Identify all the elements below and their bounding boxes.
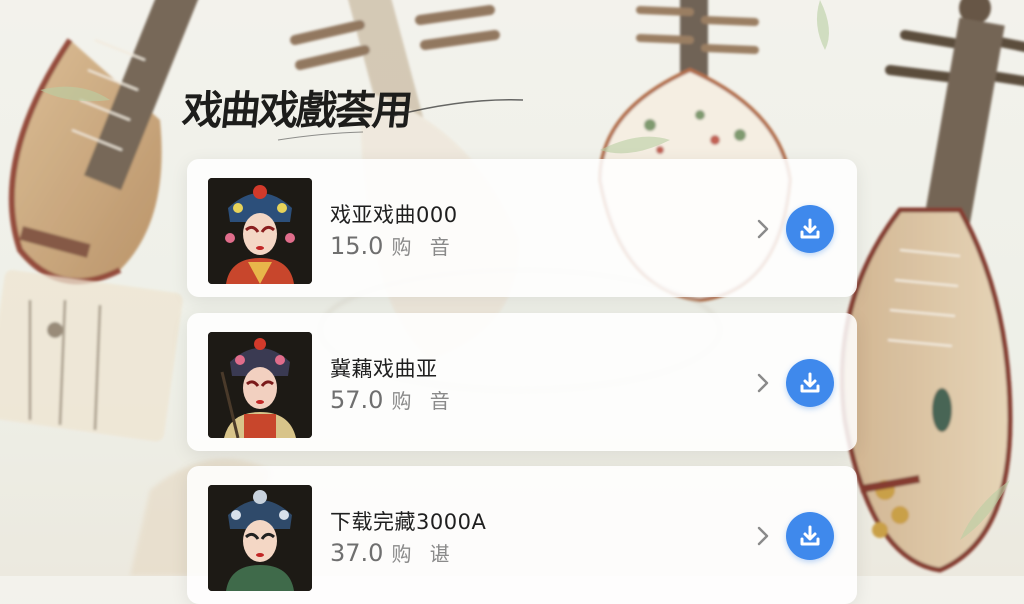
item-meta: 57.0 购 音 [330,385,456,414]
opera-mask-thumbnail [208,178,312,284]
item-unit: 购 谌 [391,542,456,566]
opera-mask-thumbnail [208,485,312,591]
item-unit: 购 音 [391,389,456,413]
download-button[interactable] [786,512,834,560]
brush-stroke-decoration [277,99,524,141]
item-meta: 15.0 购 音 [330,231,456,260]
download-button[interactable] [786,359,834,407]
download-icon [800,372,820,393]
list-item[interactable]: 戏亚戏曲000 15.0 购 音 [187,159,857,297]
page-header: 戏曲戏戲荟用 [180,78,543,148]
item-meta: 37.0 购 谌 [330,538,456,567]
download-button[interactable] [786,205,834,253]
chevron-right-icon[interactable] [753,217,773,241]
opera-mask-thumbnail [208,332,312,438]
item-size: 15.0 [330,232,384,260]
download-icon [800,525,820,546]
download-icon [800,218,820,239]
item-size: 37.0 [330,539,384,567]
list-item[interactable]: 冀藕戏曲亚 57.0 购 音 [187,313,857,451]
item-size: 57.0 [330,386,384,414]
chevron-right-icon[interactable] [753,524,773,548]
item-title: 冀藕戏曲亚 [330,357,438,381]
item-title: 戏亚戏曲000 [330,203,458,227]
list-item[interactable]: 下载完藏3000A 37.0 购 谌 [187,466,857,604]
item-title: 下载完藏3000A [330,510,487,534]
chevron-right-icon[interactable] [753,371,773,395]
item-unit: 购 音 [391,235,456,259]
